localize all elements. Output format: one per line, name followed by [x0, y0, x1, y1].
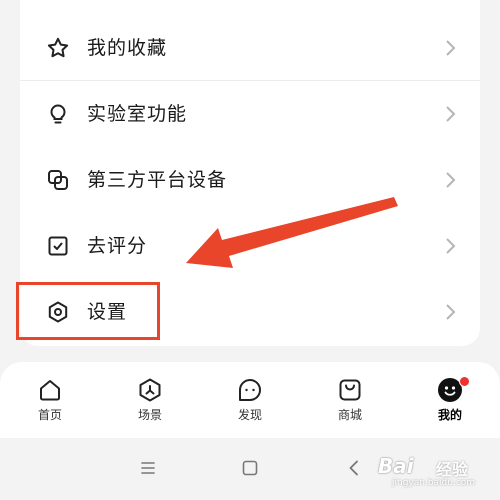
tab-label: 我的: [437, 408, 462, 422]
discover-icon: [236, 376, 264, 404]
back-icon[interactable]: [344, 458, 364, 478]
menu-item-rate[interactable]: 去评分: [20, 213, 480, 279]
chevron-right-icon: [444, 39, 456, 57]
menu-item-favorites[interactable]: 我的收藏: [20, 15, 480, 81]
watermark-brand: Bai: [378, 454, 414, 478]
home-square-icon[interactable]: [240, 458, 260, 478]
menu-item-label: 我的收藏: [87, 37, 168, 59]
tab-discover[interactable]: 发现: [210, 376, 290, 432]
home-icon: [36, 376, 64, 404]
tab-scene[interactable]: 场景: [110, 376, 190, 432]
menu-item-label: 第三方平台设备: [87, 169, 228, 191]
chevron-right-icon: [444, 303, 456, 321]
menu-item-third-party-devices[interactable]: 第三方平台设备: [20, 147, 480, 213]
settings-highlight-box: [16, 282, 160, 340]
menu-item-lab-features[interactable]: 实验室功能: [20, 81, 480, 147]
baidu-jingyan-watermark: Bai 经验 jingyan.baidu.com: [378, 454, 498, 494]
bottom-tab-bar: 首页 场景 发现 商城 我的: [0, 362, 500, 438]
tab-shop[interactable]: 商城: [310, 376, 390, 432]
shop-icon: [336, 376, 364, 404]
tab-label: 商城: [337, 408, 362, 422]
watermark-url: jingyan.baidu.com: [392, 478, 476, 488]
tab-label: 首页: [37, 408, 62, 422]
linked-squares-icon: [46, 168, 70, 192]
menu-icon[interactable]: [138, 458, 158, 478]
tab-profile[interactable]: 我的: [410, 376, 490, 432]
checkbox-icon: [46, 234, 70, 258]
menu-item-label: 去评分: [87, 235, 148, 257]
tab-label: 场景: [137, 408, 162, 422]
scene-icon: [136, 376, 164, 404]
tab-home[interactable]: 首页: [10, 376, 90, 432]
tab-label: 发现: [237, 408, 262, 422]
chevron-right-icon: [444, 237, 456, 255]
watermark-sub: 经验: [436, 460, 469, 479]
lightbulb-icon: [46, 102, 70, 126]
star-icon: [46, 36, 70, 60]
notification-badge: [459, 376, 470, 387]
chevron-right-icon: [444, 105, 456, 123]
menu-item-label: 实验室功能: [87, 103, 188, 125]
chevron-right-icon: [444, 171, 456, 189]
